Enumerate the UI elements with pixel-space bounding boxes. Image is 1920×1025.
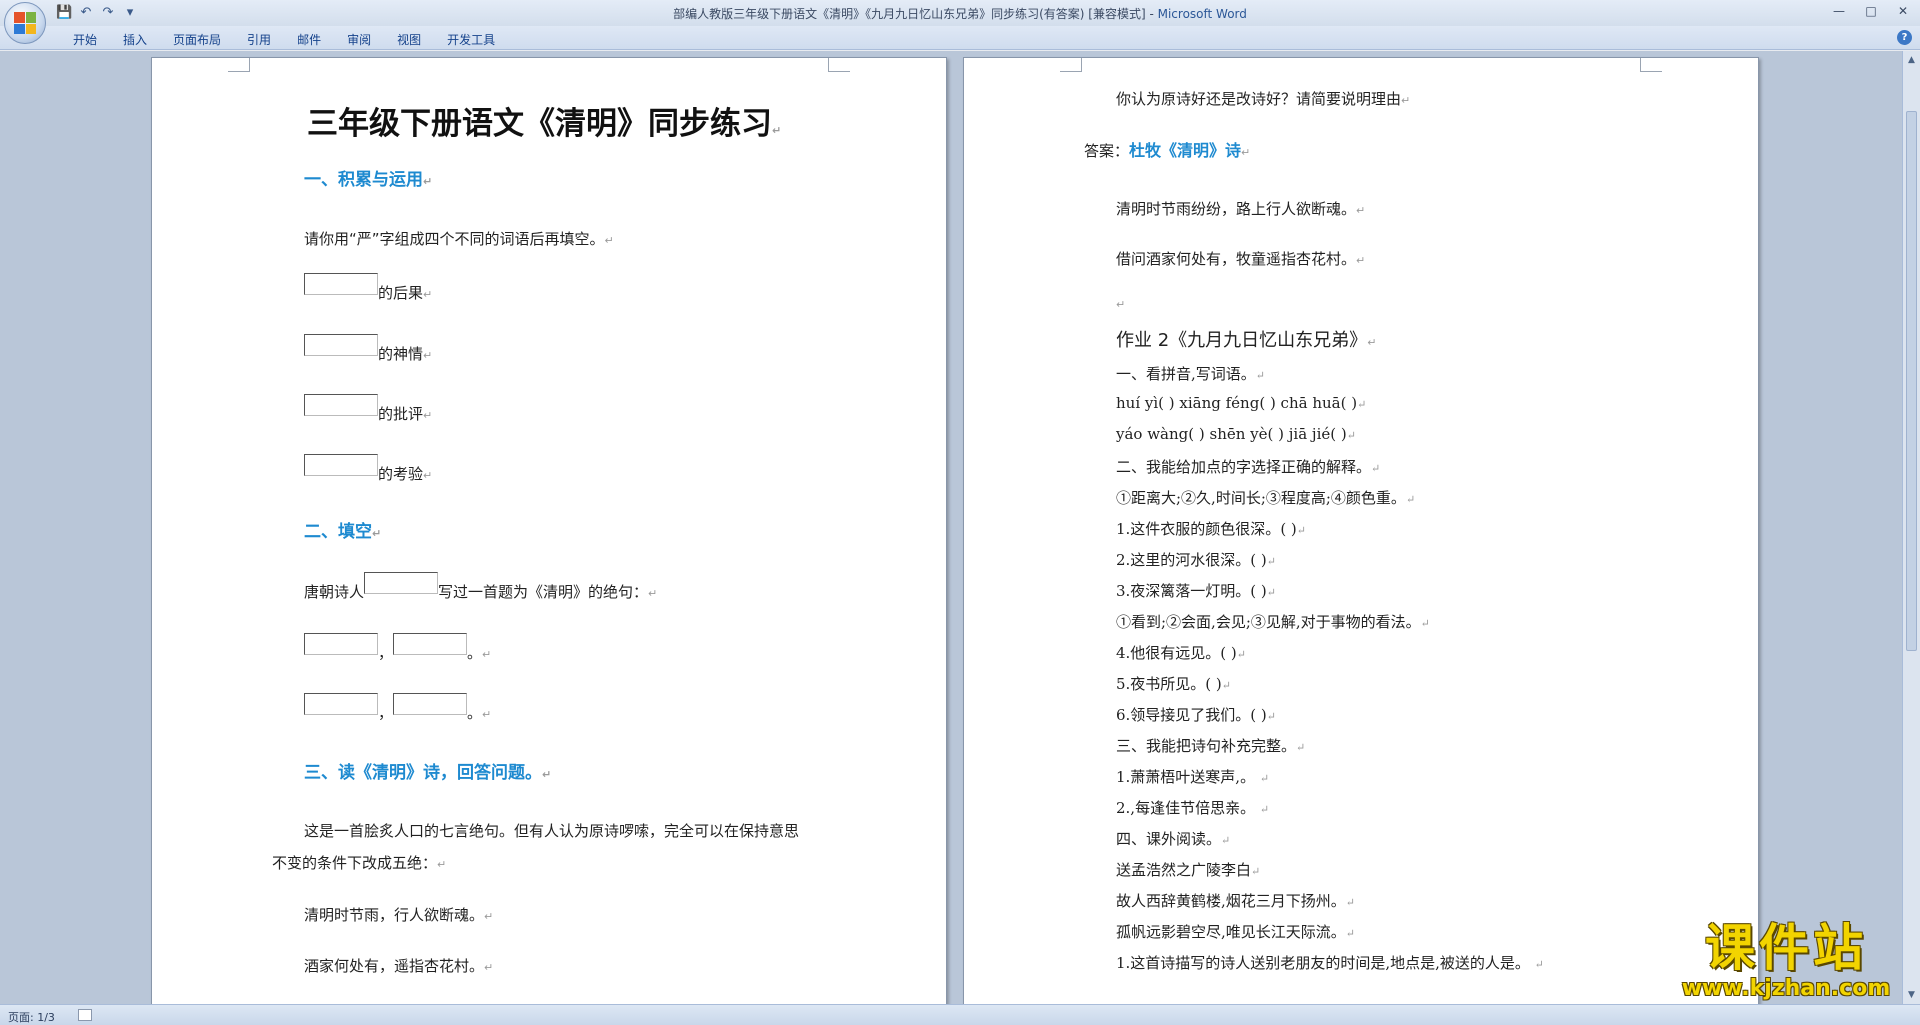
- answer-blank[interactable]: [304, 633, 378, 655]
- page-right[interactable]: 你认为原诗好还是改诗好？请简要说明理由↵ 答案：杜牧《清明》诗↵ 清明时节雨纷纷…: [963, 57, 1759, 1004]
- tab-review[interactable]: 审阅: [334, 29, 384, 50]
- exercise-line: 一、看拼音,写词语。↵: [1116, 365, 1265, 383]
- margin-corner-mark: [828, 58, 850, 72]
- close-button[interactable]: ✕: [1892, 2, 1914, 20]
- answer-blank[interactable]: [393, 693, 468, 715]
- answer-blank[interactable]: [304, 394, 378, 416]
- fill-sentence: 唐朝诗人 写过一首题为《清明》的绝句：↵: [304, 572, 657, 602]
- empty-paragraph: ↵: [1116, 298, 1126, 311]
- fill-item: 的批评↵: [304, 394, 432, 424]
- app-name: Microsoft Word: [1157, 7, 1247, 21]
- exercise-line: 5.夜书所见。( )↵: [1116, 675, 1232, 693]
- window-controls: — □ ✕: [1828, 2, 1914, 20]
- answer-blank[interactable]: [304, 454, 378, 476]
- ribbon-tabs: 开始 插入 页面布局 引用 邮件 审阅 视图 开发工具: [60, 29, 508, 50]
- paragraph-text: 不变的条件下改成五绝：↵: [272, 854, 447, 872]
- tab-page-layout[interactable]: 页面布局: [160, 29, 234, 50]
- exercise-line: huí yì( ) xiāng féng( ) chā huā( )↵: [1116, 394, 1367, 412]
- exercise-line: 故人西辞黄鹤楼,烟花三月下扬州。↵: [1116, 892, 1355, 910]
- answer-blank[interactable]: [364, 572, 439, 594]
- poem-line: 酒家何处有，遥指杏花村。↵: [304, 957, 494, 975]
- poem-line: 借问酒家何处有，牧童遥指杏花村。↵: [1116, 250, 1366, 268]
- answer-blank[interactable]: [304, 334, 378, 356]
- margin-corner-mark: [228, 58, 250, 72]
- exercise-line: 1.这件衣服的颜色很深。( )↵: [1116, 520, 1307, 538]
- tab-insert[interactable]: 插入: [110, 29, 160, 50]
- instruction-text: 请你用“严”字组成四个不同的词语后再填空。↵: [304, 230, 614, 248]
- tab-developer[interactable]: 开发工具: [434, 29, 508, 50]
- poem-line: 清明时节雨纷纷，路上行人欲断魂。↵: [1116, 200, 1366, 218]
- exercise-line: 1.萧萧梧叶送寒声,。 ↵: [1116, 768, 1270, 786]
- exercise-line: 1.这首诗描写的诗人送别老朋友的时间是,地点是,被送的人是。 ↵: [1116, 954, 1544, 972]
- exercise-line: 4.他很有远见。( )↵: [1116, 644, 1247, 662]
- site-watermark: 课件站 www.kjzhan.com: [1668, 920, 1904, 1004]
- window-title: 部编人教版三年级下册语文《清明》《九月九日忆山东兄弟》同步练习(有答案) [兼容…: [0, 5, 1920, 22]
- fill-sentence: ，。↵: [304, 693, 491, 723]
- section-heading: 二、填空↵: [304, 522, 382, 542]
- paragraph-text: 这是一首脍炙人口的七言绝句。但有人认为原诗啰嗦，完全可以在保持意思: [304, 822, 800, 840]
- poem-line: 清明时节雨，行人欲断魂。↵: [304, 906, 494, 924]
- proofing-icon[interactable]: [78, 1009, 92, 1021]
- office-button[interactable]: [4, 2, 46, 44]
- help-icon[interactable]: ?: [1897, 30, 1912, 45]
- page-count[interactable]: 页面: 1/3: [8, 1009, 55, 1025]
- margin-corner-mark: [1060, 58, 1082, 72]
- fill-sentence: ，。↵: [304, 633, 491, 663]
- exercise-line: 三、我能把诗句补充完整。↵: [1116, 737, 1306, 755]
- status-bar: 页面: 1/3: [0, 1004, 1920, 1025]
- exercise-line: 送孟浩然之广陵李白↵: [1116, 861, 1261, 879]
- title-bar: 💾 ↶ ↷ ▾ 部编人教版三年级下册语文《清明》《九月九日忆山东兄弟》同步练习(…: [0, 0, 1920, 44]
- answer-blank[interactable]: [304, 273, 378, 295]
- document-title: 部编人教版三年级下册语文《清明》《九月九日忆山东兄弟》同步练习(有答案) [兼容…: [673, 7, 1158, 21]
- exercise-line: ①距离大;②久,时间长;③程度高;④颜色重。↵: [1116, 489, 1416, 507]
- exercise-line: 孤帆远影碧空尽,唯见长江天际流。↵: [1116, 923, 1355, 941]
- exercise-line: 二、我能给加点的字选择正确的解释。↵: [1116, 458, 1381, 476]
- section-heading: 一、积累与运用↵: [304, 170, 433, 190]
- minimize-button[interactable]: —: [1828, 2, 1850, 20]
- fill-item: 的考验↵: [304, 454, 432, 484]
- watermark-url: www.kjzhan.com: [1681, 976, 1891, 1001]
- section-heading: 三、读《清明》诗，回答问题。↵: [304, 763, 552, 783]
- fill-item: 的神情↵: [304, 334, 432, 364]
- exercise-line: yáo wàng( ) shēn yè( ) jiā jié( )↵: [1116, 425, 1356, 443]
- scroll-down-icon[interactable]: ▼: [1905, 988, 1918, 1002]
- exercise-line: ①看到;②会面,会见;③见解,对于事物的看法。↵: [1116, 613, 1430, 631]
- answer-blank[interactable]: [304, 693, 378, 715]
- ribbon: 开始 插入 页面布局 引用 邮件 审阅 视图 开发工具 ?: [0, 26, 1920, 50]
- scroll-up-icon[interactable]: ▲: [1905, 53, 1918, 67]
- answer-blank[interactable]: [393, 633, 468, 655]
- document-workspace: 三年级下册语文《清明》同步练习↵ 一、积累与运用↵ 请你用“严”字组成四个不同的…: [0, 51, 1902, 1004]
- document-heading: 三年级下册语文《清明》同步练习↵: [307, 106, 782, 142]
- answer-line: 答案：杜牧《清明》诗↵: [1084, 141, 1251, 160]
- exercise-line: 6.领导接见了我们。( )↵: [1116, 706, 1277, 724]
- exercise-line: 2.这里的河水很深。( )↵: [1116, 551, 1277, 569]
- exercise-line: 3.夜深篱落一灯明。( )↵: [1116, 582, 1277, 600]
- margin-corner-mark: [1640, 58, 1662, 72]
- tab-references[interactable]: 引用: [234, 29, 284, 50]
- page-left[interactable]: 三年级下册语文《清明》同步练习↵ 一、积累与运用↵ 请你用“严”字组成四个不同的…: [151, 57, 947, 1004]
- watermark-logo-text: 课件站: [1705, 919, 1867, 977]
- tab-home[interactable]: 开始: [60, 29, 110, 50]
- question-text: 你认为原诗好还是改诗好？请简要说明理由↵: [1116, 90, 1411, 108]
- fill-item: 的后果↵: [304, 273, 432, 303]
- vertical-scrollbar[interactable]: ▲ ▼: [1902, 51, 1920, 1004]
- office-logo-icon: [14, 12, 36, 34]
- tab-view[interactable]: 视图: [384, 29, 434, 50]
- scrollbar-thumb[interactable]: [1906, 111, 1917, 651]
- exercise-line: 2.,每逢佳节倍思亲。 ↵: [1116, 799, 1270, 817]
- homework-title: 作业 2《九月九日忆山东兄弟》↵: [1116, 330, 1377, 351]
- tab-mailings[interactable]: 邮件: [284, 29, 334, 50]
- maximize-button[interactable]: □: [1860, 2, 1882, 20]
- exercise-line: 四、课外阅读。↵: [1116, 830, 1231, 848]
